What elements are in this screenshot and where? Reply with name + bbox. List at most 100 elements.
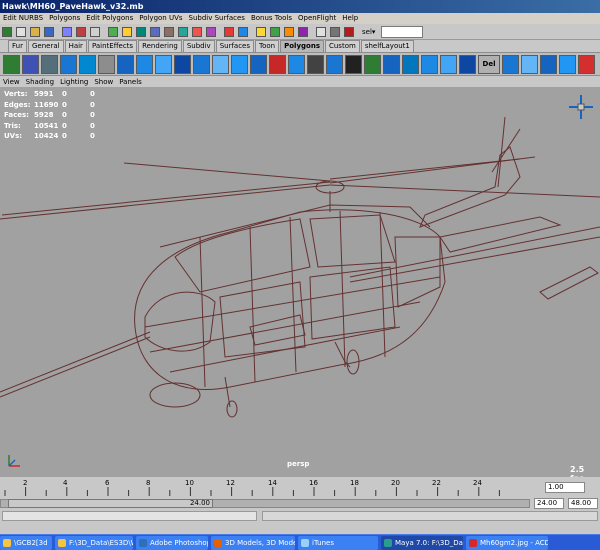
open-scene-icon[interactable] — [30, 27, 40, 37]
select-object-icon[interactable] — [76, 27, 86, 37]
taskbar-item-firefox[interactable]: 3D Models, 3D Modeli... — [211, 536, 295, 550]
select-curves-icon[interactable] — [136, 27, 146, 37]
ipr-render-icon[interactable] — [344, 27, 354, 37]
highlight-selection-icon[interactable] — [238, 27, 248, 37]
tab-fur[interactable]: Fur — [8, 40, 27, 52]
lasso-tool-icon[interactable] — [22, 55, 39, 74]
smooth-icon[interactable] — [288, 55, 305, 74]
snap-plane-icon[interactable] — [298, 27, 308, 37]
select-deformations-icon[interactable] — [164, 27, 174, 37]
taskbar-item-photoshop[interactable]: Adobe Photoshop — [136, 536, 208, 550]
menu-polygon-uvs[interactable]: Polygon UVs — [136, 13, 185, 24]
quadrangulate-icon[interactable] — [521, 55, 538, 74]
select-misc-icon[interactable] — [206, 27, 216, 37]
poly-cylinder-icon[interactable] — [136, 55, 153, 74]
automatic-mapping-icon[interactable] — [421, 55, 438, 74]
menu-polygons[interactable]: Polygons — [46, 13, 83, 24]
menu-help[interactable]: Help — [339, 13, 361, 24]
poly-plane-icon[interactable] — [155, 55, 172, 74]
poly-cube-icon[interactable] — [98, 55, 115, 74]
tab-subdiv[interactable]: Subdiv — [182, 40, 215, 52]
time-slider-ticks — [4, 487, 500, 496]
move-tool-icon[interactable] — [41, 55, 58, 74]
lock-selection-icon[interactable] — [224, 27, 234, 37]
taskbar-item-acdsee[interactable]: Mh60gm2.jpg - ACDS... — [466, 536, 548, 550]
menu-edit-polygons[interactable]: Edit Polygons — [83, 13, 136, 24]
split-polygon-icon[interactable] — [231, 55, 248, 74]
tab-toon[interactable]: Toon — [255, 40, 280, 52]
uv-editor-icon[interactable] — [364, 55, 381, 74]
tab-custom[interactable]: Custom — [324, 40, 360, 52]
taskbar-item-itunes[interactable]: iTunes — [298, 536, 378, 550]
tab-hair[interactable]: Hair — [64, 40, 87, 52]
mode-icon[interactable] — [2, 27, 12, 37]
tab-shelflayout1[interactable]: shelfLayout1 — [360, 40, 414, 52]
poly-sphere-icon[interactable] — [117, 55, 134, 74]
tick-label-12: 12 — [226, 479, 235, 487]
merge-vertices-icon[interactable] — [269, 55, 286, 74]
tab-rendering[interactable]: Rendering — [138, 40, 182, 52]
new-scene-icon[interactable] — [16, 27, 26, 37]
select-component-icon[interactable] — [90, 27, 100, 37]
range-slider-thumb[interactable]: 24.00 — [8, 499, 213, 508]
taskbar-item-folder-2[interactable]: F:\3D_Data\ES3D\W... — [55, 536, 133, 550]
combine-icon[interactable] — [307, 55, 324, 74]
reverse-icon[interactable] — [459, 55, 476, 74]
append-polygon-icon[interactable] — [250, 55, 267, 74]
select-surfaces-icon[interactable] — [150, 27, 160, 37]
separate-icon[interactable] — [326, 55, 343, 74]
menu-bonus-tools[interactable]: Bonus Tools — [248, 13, 295, 24]
snap-point-icon[interactable] — [284, 27, 294, 37]
perspective-viewport[interactable]: Verts: 5991 0 0 Edges: 11690 0 0 Faces: 5928 0 0 … — [0, 87, 600, 477]
panel-menu-panels[interactable]: Panels — [116, 77, 145, 87]
taskbar-item-maya[interactable]: Maya 7.0: F:\3D_Dat... — [381, 536, 463, 550]
mirror-icon[interactable] — [559, 55, 576, 74]
normals-icon[interactable] — [440, 55, 457, 74]
select-joints-icon[interactable] — [122, 27, 132, 37]
select-rendering-icon[interactable] — [192, 27, 202, 37]
menu-edit-nurbs[interactable]: Edit NURBS — [0, 13, 46, 24]
range-end-field[interactable]: 24.00 — [534, 498, 564, 509]
tab-polygons[interactable]: Polygons — [280, 40, 324, 52]
del-edge-button[interactable]: Del E — [478, 55, 500, 74]
tab-surfaces[interactable]: Surfaces — [215, 40, 255, 52]
fill-hole-icon[interactable] — [540, 55, 557, 74]
menu-subdiv-surfaces[interactable]: Subdiv Surfaces — [186, 13, 248, 24]
command-input-field[interactable] — [381, 26, 423, 38]
current-frame-field[interactable]: 1.00 — [545, 482, 585, 493]
snap-curve-icon[interactable] — [270, 27, 280, 37]
cleanup-icon[interactable] — [578, 55, 595, 74]
taskbar-item-folder-1[interactable]: \GCB2[3d — [0, 536, 52, 550]
extrude-face-icon[interactable] — [174, 55, 191, 74]
range-slider[interactable]: 24.00 24.00 48.00 — [0, 497, 600, 510]
bevel-icon[interactable] — [212, 55, 229, 74]
view-axis-icon[interactable] — [566, 92, 596, 122]
panel-menu-view[interactable]: View — [0, 77, 23, 87]
menu-openflight[interactable]: OpenFlight — [295, 13, 339, 24]
render-icon[interactable] — [330, 27, 340, 37]
anim-end-field[interactable]: 48.00 — [568, 498, 598, 509]
rotate-tool-icon[interactable] — [60, 55, 77, 74]
shelf-grip-icon[interactable] — [0, 40, 8, 52]
tab-general[interactable]: General — [27, 40, 64, 52]
panel-menu-shading[interactable]: Shading — [23, 77, 57, 87]
planar-mapping-icon[interactable] — [383, 55, 400, 74]
mel-command-input[interactable] — [2, 511, 257, 521]
scale-tool-icon[interactable] — [79, 55, 96, 74]
panel-menu-show[interactable]: Show — [91, 77, 116, 87]
triangulate-icon[interactable] — [502, 55, 519, 74]
extrude-edge-icon[interactable] — [193, 55, 210, 74]
select-tool-icon[interactable] — [3, 55, 20, 74]
time-slider[interactable]: 2 4 6 8 10 12 14 16 18 20 22 24 1.00 — [0, 477, 600, 497]
select-hierarchy-icon[interactable] — [62, 27, 72, 37]
checker-icon[interactable] — [345, 55, 362, 74]
tab-painteffects[interactable]: PaintEffects — [87, 40, 138, 52]
selection-mode-dropdown[interactable]: sel▾ — [362, 26, 378, 38]
panel-menu-lighting[interactable]: Lighting — [57, 77, 91, 87]
history-icon[interactable] — [316, 27, 326, 37]
snap-grid-icon[interactable] — [256, 27, 266, 37]
select-dynamics-icon[interactable] — [178, 27, 188, 37]
cylindrical-mapping-icon[interactable] — [402, 55, 419, 74]
select-handles-icon[interactable] — [108, 27, 118, 37]
save-scene-icon[interactable] — [44, 27, 54, 37]
